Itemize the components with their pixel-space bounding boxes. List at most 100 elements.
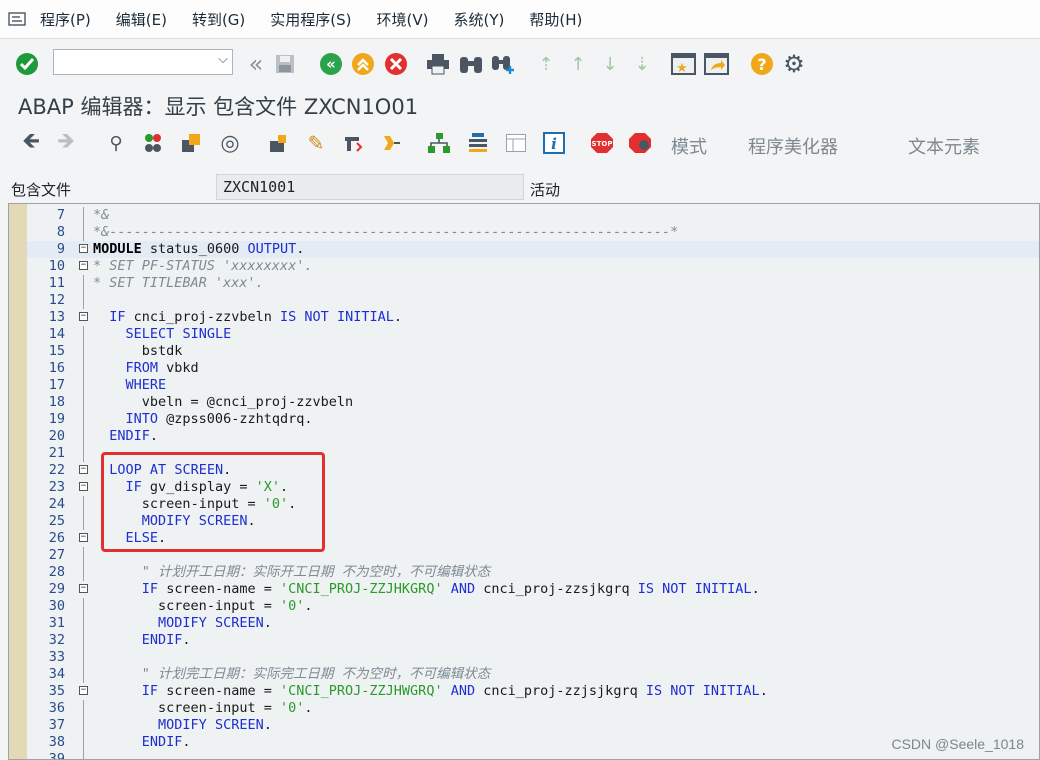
command-field[interactable]: ⌵ [53, 49, 233, 75]
back-double-icon[interactable]: « [243, 50, 269, 78]
other-object-icon[interactable]: ⚲ [103, 130, 129, 156]
fold-toggle-icon[interactable]: − [79, 482, 88, 491]
command-input[interactable] [58, 51, 212, 75]
code-line[interactable]: 7 *& [27, 207, 1039, 224]
display-change-icon[interactable] [140, 130, 166, 156]
code-text: " 计划完工日期：实际完工日期 不为空时，不可编辑状态 [93, 666, 491, 682]
fold-toggle-icon[interactable]: − [79, 584, 88, 593]
activate-icon[interactable]: ✎ [303, 130, 329, 156]
where-used-icon[interactable] [378, 130, 404, 156]
code-text: screen-input = '0'. [158, 598, 313, 614]
menu-environment[interactable]: 环境(V) [377, 9, 429, 30]
code-line[interactable]: 15 bstdk [27, 343, 1039, 360]
menu-help[interactable]: 帮助(H) [529, 9, 582, 30]
status-badge: 活动 [530, 181, 561, 199]
find-next-icon[interactable] [490, 51, 516, 77]
code-line[interactable]: 22 − LOOP AT SCREEN. [27, 462, 1039, 479]
code-line[interactable]: 9 − MODULE status_0600 OUTPUT. [27, 241, 1039, 258]
print-icon[interactable] [425, 51, 451, 77]
fold-toggle-icon[interactable]: − [79, 244, 88, 253]
check-syntax-icon[interactable] [265, 130, 291, 156]
code-line[interactable]: 32 ENDIF. [27, 632, 1039, 649]
test-icon[interactable] [340, 130, 366, 156]
code-line[interactable]: 12 [27, 292, 1039, 309]
code-text: ELSE. [125, 530, 167, 546]
fold-toggle-icon[interactable]: − [79, 465, 88, 474]
active-inactive-icon[interactable] [178, 130, 204, 156]
menu-program[interactable]: 程序(P) [40, 9, 91, 30]
code-line[interactable]: 10 − * SET PF-STATUS 'xxxxxxxx'. [27, 258, 1039, 275]
code-line[interactable]: 19 INTO @zpss006-zzhtqdrq. [27, 411, 1039, 428]
new-session-icon[interactable]: ★ [671, 51, 697, 77]
object-list-icon[interactable]: ◎ [217, 130, 243, 156]
code-line[interactable]: 30 screen-input = '0'. [27, 598, 1039, 615]
fold-toggle-icon[interactable]: − [79, 312, 88, 321]
line-number: 28 [48, 564, 65, 580]
fold-toggle-icon[interactable]: − [79, 686, 88, 695]
code-line[interactable]: 33 [27, 649, 1039, 666]
code-line[interactable]: 14 SELECT SINGLE [27, 326, 1039, 343]
code-line[interactable]: 18 vbeln = @cnci_proj-zzvbeln [27, 394, 1039, 411]
code-line[interactable]: 28 " 计划开工日期：实际开工日期 不为空时，不可编辑状态 [27, 564, 1039, 581]
code-line[interactable]: 38 ENDIF. [27, 734, 1039, 751]
menu-goto[interactable]: 转到(G) [192, 9, 245, 30]
pattern-button[interactable]: 模式 [671, 133, 707, 159]
menu-edit[interactable]: 编辑(E) [116, 9, 167, 30]
breakpoint-icon[interactable]: STOP [589, 130, 615, 156]
fold-guide [83, 224, 84, 241]
code-line[interactable]: 35 − IF screen-name = 'CNCI_PROJ-ZZJHWGRQ… [27, 683, 1039, 700]
cancel-icon[interactable] [383, 51, 409, 77]
code-text: bstdk [141, 343, 183, 359]
line-number: 33 [48, 649, 65, 665]
first-page-icon[interactable]: ⇡ [533, 51, 559, 77]
last-page-icon[interactable]: ⇣ [629, 51, 655, 77]
line-number: 36 [48, 700, 65, 716]
code-line[interactable]: 21 [27, 445, 1039, 462]
fold-toggle-icon[interactable]: − [79, 261, 88, 270]
code-line[interactable]: 16 FROM vbkd [27, 360, 1039, 377]
code-line[interactable]: 27 [27, 547, 1039, 564]
code-line[interactable]: 31 MODIFY SCREEN. [27, 615, 1039, 632]
code-line[interactable]: 17 WHERE [27, 377, 1039, 394]
code-line[interactable]: 23 − IF gv_display = 'X'. [27, 479, 1039, 496]
fold-toggle-icon[interactable]: − [79, 533, 88, 542]
chevron-down-icon[interactable]: ⌵ [218, 52, 228, 67]
fold-guide [83, 564, 84, 581]
arrow-right-icon[interactable]: 🡺 [53, 129, 79, 156]
settings-gear-icon[interactable]: ⚙ [781, 50, 807, 78]
menu-toggle-icon[interactable] [0, 0, 34, 38]
code-line[interactable]: 39 [27, 751, 1039, 759]
save-icon[interactable] [272, 51, 298, 77]
code-line[interactable]: 37 MODIFY SCREEN. [27, 717, 1039, 734]
menu-system[interactable]: 系统(Y) [453, 9, 504, 30]
next-page-icon[interactable]: ↓ [597, 51, 623, 77]
code-line[interactable]: 26 − ELSE. [27, 530, 1039, 547]
menu-utilities[interactable]: 实用程序(S) [270, 9, 351, 30]
info-icon[interactable]: i [541, 130, 567, 156]
code-line[interactable]: 11 * SET TITLEBAR 'xxx'. [27, 275, 1039, 292]
code-line[interactable]: 25 MODIFY SCREEN. [27, 513, 1039, 530]
code-line[interactable]: 8 *&-------------------------------------… [27, 224, 1039, 241]
navigation-window-icon[interactable] [465, 130, 491, 156]
code-line[interactable]: 36 screen-input = '0'. [27, 700, 1039, 717]
help-icon[interactable]: ? [749, 51, 775, 77]
code-text: IF screen-name = 'CNCI_PROJ-ZZJHWGRQ' AN… [141, 683, 768, 699]
previous-page-icon[interactable]: ↑ [565, 51, 591, 77]
code-line[interactable]: 13 − IF cnci_proj-zzvbeln IS NOT INITIAL. [27, 309, 1039, 326]
code-line[interactable]: 34 " 计划完工日期：实际完工日期 不为空时，不可编辑状态 [27, 666, 1039, 683]
code-editor[interactable]: 7 *& 8 *&----------------------------------… [8, 203, 1040, 760]
arrow-left-icon[interactable]: 🡸 [18, 129, 44, 156]
enter-check-icon[interactable] [14, 51, 40, 77]
code-line[interactable]: 29 − IF screen-name = 'CNCI_PROJ-ZZJHKGRQ… [27, 581, 1039, 598]
code-line[interactable]: 24 screen-input = '0'. [27, 496, 1039, 513]
find-icon[interactable] [458, 51, 484, 77]
hierarchy-icon[interactable] [426, 130, 452, 156]
text-elements-button[interactable]: 文本元素 [908, 133, 980, 159]
table-icon[interactable] [503, 130, 529, 156]
back-icon[interactable]: « [318, 51, 344, 77]
exit-icon[interactable] [350, 51, 376, 77]
shortcut-icon[interactable] [704, 51, 730, 77]
pretty-printer-button[interactable]: 程序美化器 [748, 133, 838, 159]
code-line[interactable]: 20 ENDIF. [27, 428, 1039, 445]
session-breakpoint-icon[interactable] [627, 130, 653, 156]
